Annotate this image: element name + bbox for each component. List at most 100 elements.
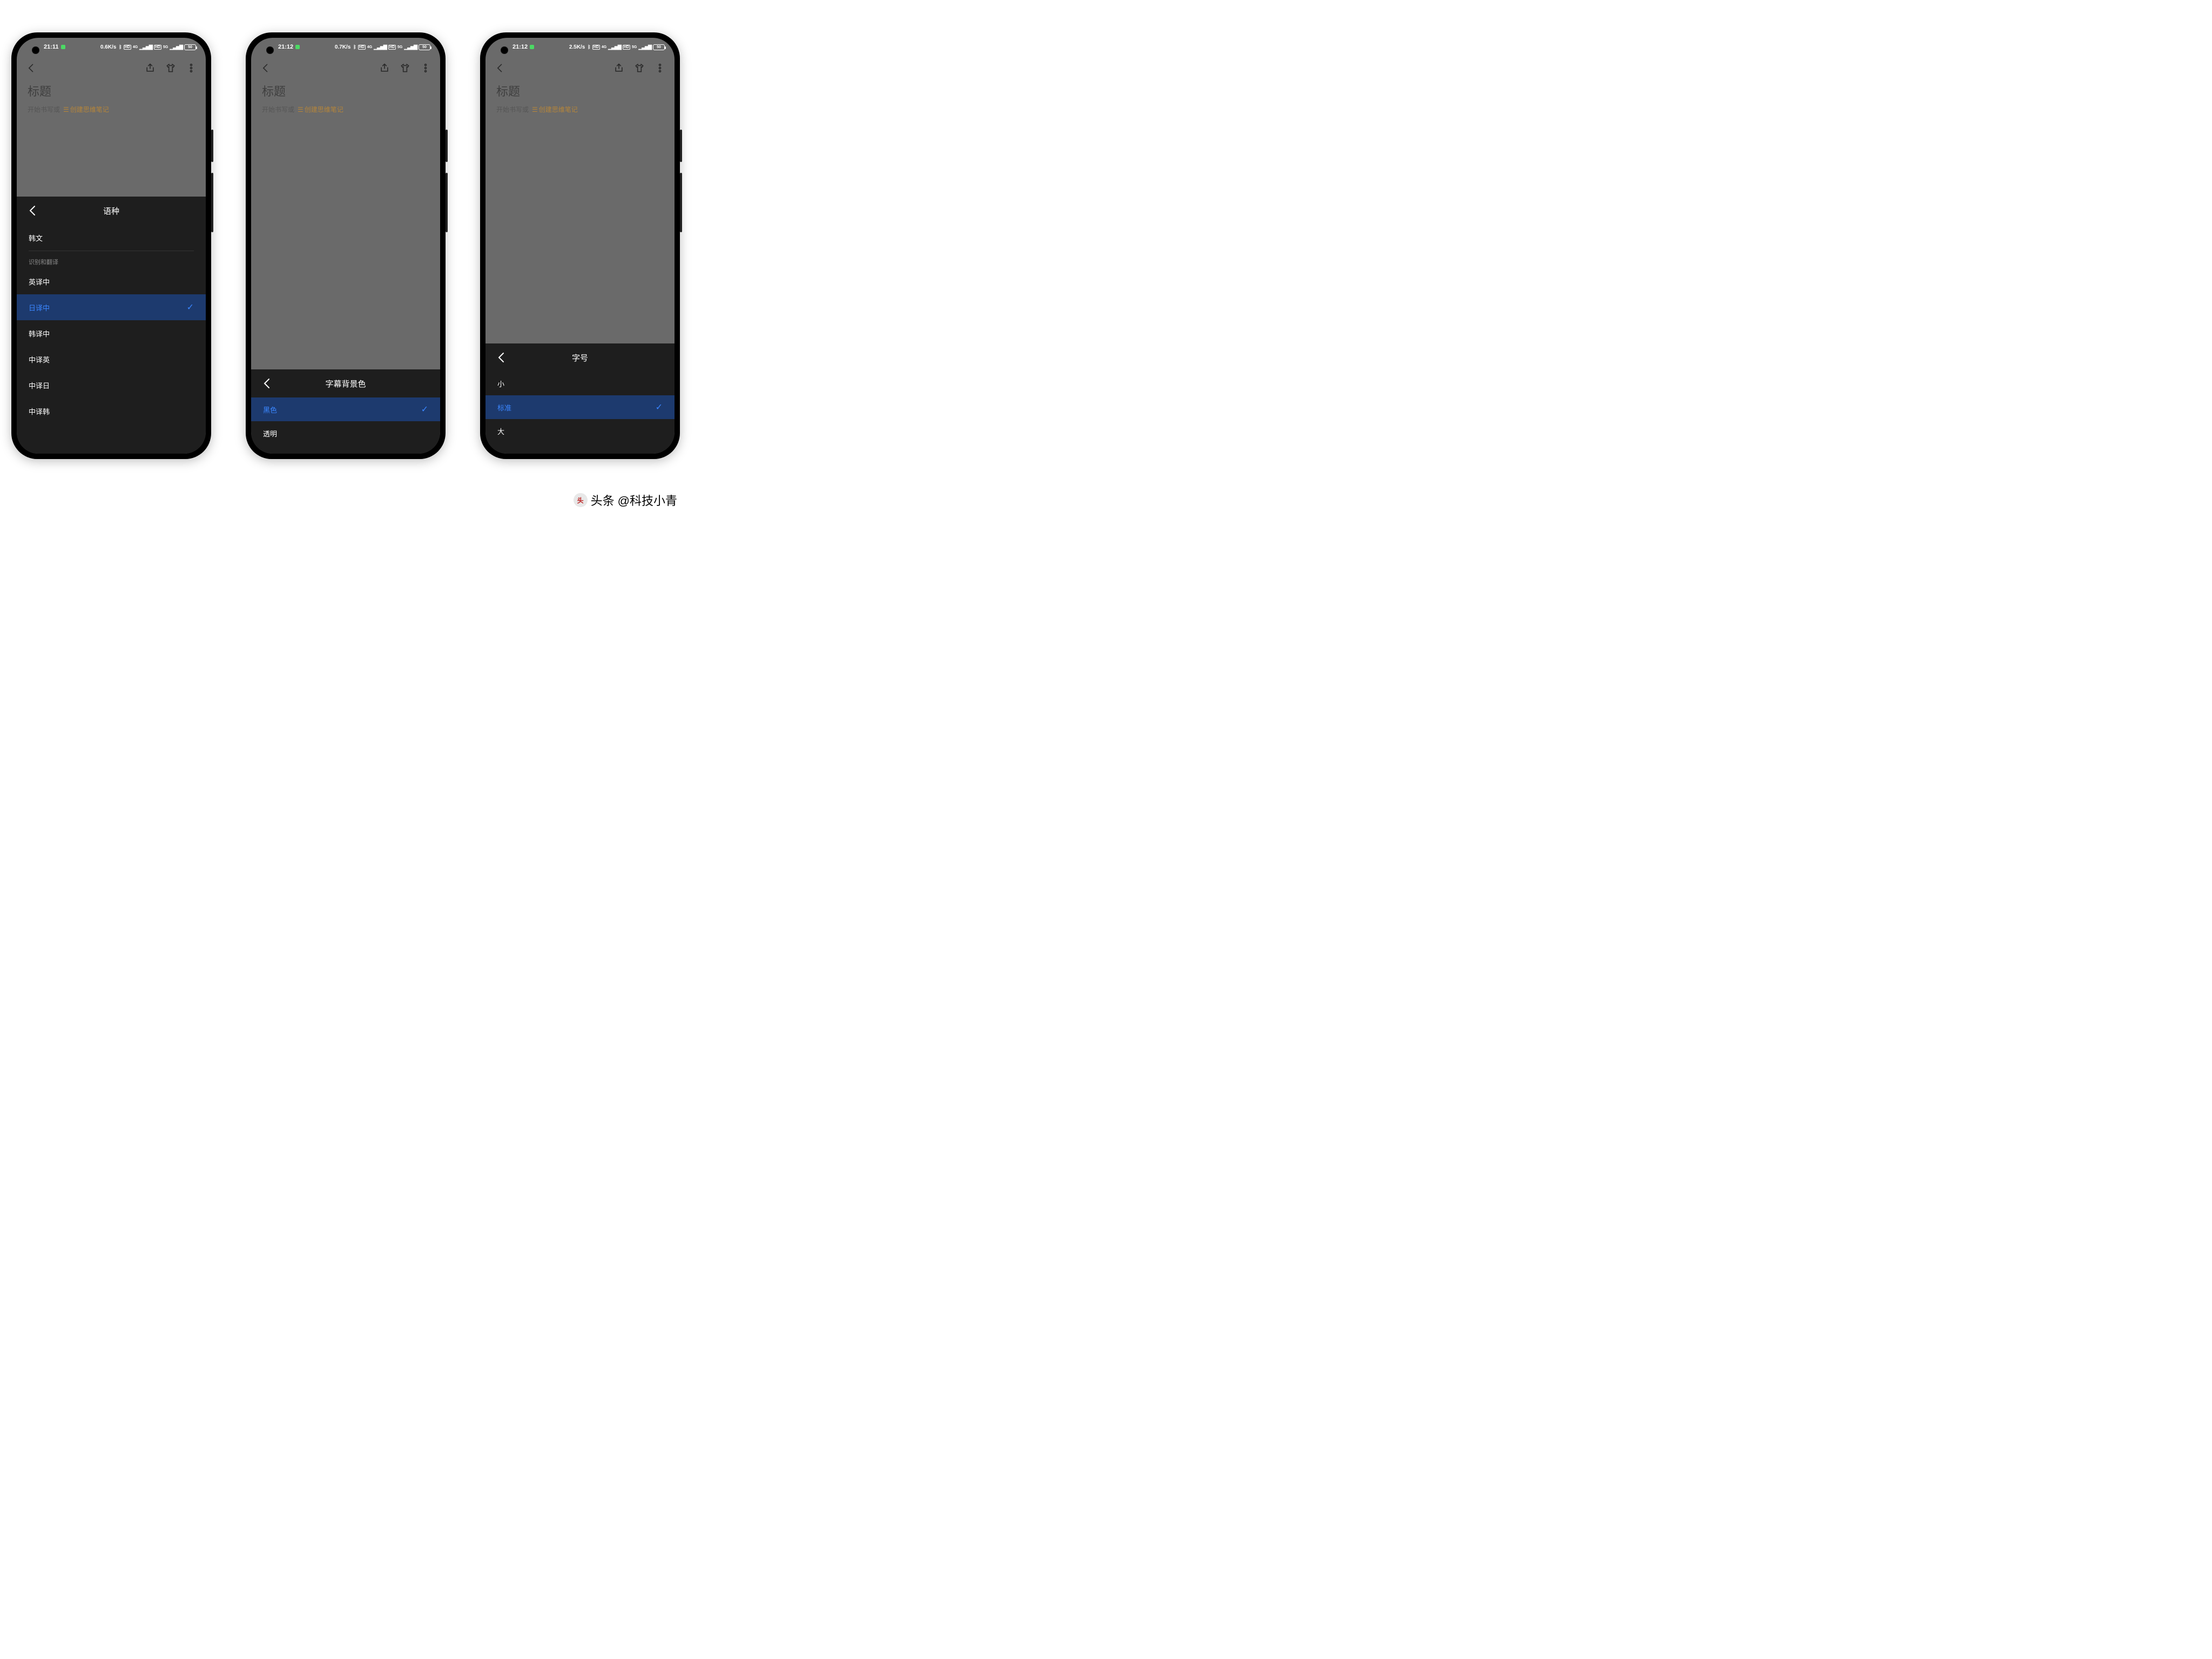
list-item[interactable]: 中译英 — [17, 346, 206, 372]
sheet-list: 韩文 识别和翻译 英译中 日译中 ✓ 韩译中 中译英 中译日 中译韩 — [17, 225, 206, 424]
note-background: 标题 开始书写或 ☰ 创建思维笔记 — [485, 80, 675, 114]
list-item-label: 大 — [497, 426, 504, 436]
note-title-placeholder[interactable]: 标题 — [496, 82, 664, 99]
check-icon: ✓ — [187, 302, 194, 313]
list-item[interactable]: 中译韩 — [17, 398, 206, 424]
list-item-label: 英译中 — [29, 276, 50, 287]
sheet-back-button[interactable] — [495, 351, 508, 364]
bottom-sheet: 字号 小 标准 ✓ 大 — [485, 343, 675, 454]
phone-mockup: 21:12 0.7K/s ᛒ HD 4G ▁▃▅▇ HD 5G ▁▃▅▇ 50 — [246, 32, 446, 459]
status-bar: 21:11 0.6K/s ᛒ HD 4G ▁▃▅▇ HD 5G ▁▃▅▇ 50 — [17, 38, 206, 56]
recording-indicator — [530, 45, 534, 49]
list-item-label: 标准 — [497, 402, 511, 413]
sheet-list: 黑色 ✓ 透明 — [251, 397, 440, 445]
note-body-placeholder[interactable]: 开始书写或 — [262, 105, 294, 114]
mindmap-link[interactable]: ☰ 创建思维笔记 — [63, 105, 109, 114]
list-item[interactable]: 透明 — [251, 421, 440, 445]
overlay-dimmer[interactable] — [251, 114, 440, 369]
share-button[interactable] — [612, 61, 626, 75]
status-time: 21:11 — [44, 44, 59, 50]
list-item[interactable]: 小 — [485, 372, 675, 395]
sheet-back-button[interactable] — [26, 204, 39, 217]
camera-cutout — [501, 46, 508, 54]
sheet-list: 小 标准 ✓ 大 — [485, 372, 675, 443]
list-item[interactable]: 韩译中 — [17, 320, 206, 346]
list-item-label: 日译中 — [29, 302, 50, 313]
watermark-author: @科技小青 — [618, 491, 677, 509]
more-button[interactable] — [419, 61, 433, 75]
list-item-label: 韩文 — [29, 233, 43, 243]
sheet-back-button[interactable] — [261, 377, 274, 390]
note-background: 标题 开始书写或 ☰ 创建思维笔记 — [251, 80, 440, 114]
list-item[interactable]: 中译日 — [17, 372, 206, 398]
list-item-label: 中译英 — [29, 354, 50, 365]
list-item[interactable]: 日译中 ✓ — [17, 294, 206, 320]
network-speed: 0.7K/s — [335, 44, 350, 50]
back-button[interactable] — [24, 61, 38, 75]
bluetooth-icon: ᛒ — [588, 44, 590, 50]
recording-indicator — [61, 45, 65, 49]
section-label: 识别和翻译 — [17, 251, 206, 268]
battery-icon: 50 — [653, 44, 665, 50]
back-button[interactable] — [259, 61, 273, 75]
share-button[interactable] — [143, 61, 157, 75]
list-item-label: 中译日 — [29, 380, 50, 390]
list-item[interactable]: 大 — [485, 419, 675, 443]
hd-icon: HD — [124, 45, 131, 50]
sheet-title: 字号 — [485, 352, 675, 363]
list-item-label: 韩译中 — [29, 328, 50, 339]
list-item[interactable]: 黑色 ✓ — [251, 397, 440, 421]
mindmap-link[interactable]: ☰ 创建思维笔记 — [532, 105, 578, 114]
status-time: 21:12 — [278, 44, 293, 50]
network-type-5g: 5G — [632, 45, 637, 49]
sheet-header: 字号 — [485, 343, 675, 372]
screen: 21:12 2.5K/s ᛒ HD 4G ▁▃▅▇ HD 5G ▁▃▅▇ 50 — [485, 38, 675, 454]
theme-button[interactable] — [398, 61, 412, 75]
sheet-header: 字幕背景色 — [251, 369, 440, 397]
signal-icon: ▁▃▅▇ — [638, 44, 651, 50]
overlay-dimmer[interactable] — [17, 114, 206, 197]
more-button[interactable] — [653, 61, 667, 75]
network-type-5g: 5G — [397, 45, 402, 49]
more-button[interactable] — [184, 61, 198, 75]
screen: 21:12 0.7K/s ᛒ HD 4G ▁▃▅▇ HD 5G ▁▃▅▇ 50 — [251, 38, 440, 454]
network-type: 4G — [602, 45, 606, 49]
recording-indicator — [295, 45, 300, 49]
network-type: 4G — [133, 45, 138, 49]
screen: 21:11 0.6K/s ᛒ HD 4G ▁▃▅▇ HD 5G ▁▃▅▇ 50 — [17, 38, 206, 454]
list-item[interactable]: 英译中 — [17, 268, 206, 294]
bluetooth-icon: ᛒ — [119, 44, 122, 50]
check-icon: ✓ — [656, 402, 663, 413]
camera-cutout — [266, 46, 274, 54]
watermark-logo: 头 — [574, 493, 588, 507]
mindmap-link[interactable]: ☰ 创建思维笔记 — [298, 105, 343, 114]
list-item[interactable]: 标准 ✓ — [485, 395, 675, 419]
status-bar: 21:12 2.5K/s ᛒ HD 4G ▁▃▅▇ HD 5G ▁▃▅▇ 50 — [485, 38, 675, 56]
share-button[interactable] — [377, 61, 392, 75]
hd-icon: HD — [154, 45, 161, 50]
back-button[interactable] — [493, 61, 507, 75]
status-bar: 21:12 0.7K/s ᛒ HD 4G ▁▃▅▇ HD 5G ▁▃▅▇ 50 — [251, 38, 440, 56]
hd-icon: HD — [388, 45, 396, 50]
note-title-placeholder[interactable]: 标题 — [262, 82, 429, 99]
hd-icon: HD — [358, 45, 366, 50]
hd-icon: HD — [592, 45, 600, 50]
battery-icon: 50 — [184, 44, 196, 50]
list-item[interactable]: 韩文 — [17, 225, 206, 251]
overlay-dimmer[interactable] — [485, 114, 675, 343]
hd-icon: HD — [623, 45, 630, 50]
signal-icon: ▁▃▅▇ — [404, 44, 417, 50]
bluetooth-icon: ᛒ — [353, 44, 356, 50]
app-topbar — [17, 56, 206, 80]
theme-button[interactable] — [164, 61, 178, 75]
network-type: 4G — [367, 45, 372, 49]
watermark-prefix: 头条 — [591, 491, 615, 509]
phone-mockup: 21:12 2.5K/s ᛒ HD 4G ▁▃▅▇ HD 5G ▁▃▅▇ 50 — [480, 32, 680, 459]
note-body-placeholder[interactable]: 开始书写或 — [28, 105, 60, 114]
note-title-placeholder[interactable]: 标题 — [28, 82, 195, 99]
theme-button[interactable] — [632, 61, 646, 75]
status-time: 21:12 — [512, 44, 528, 50]
network-speed: 2.5K/s — [569, 44, 585, 50]
note-body-placeholder[interactable]: 开始书写或 — [496, 105, 529, 114]
sheet-header: 语种 — [17, 197, 206, 225]
